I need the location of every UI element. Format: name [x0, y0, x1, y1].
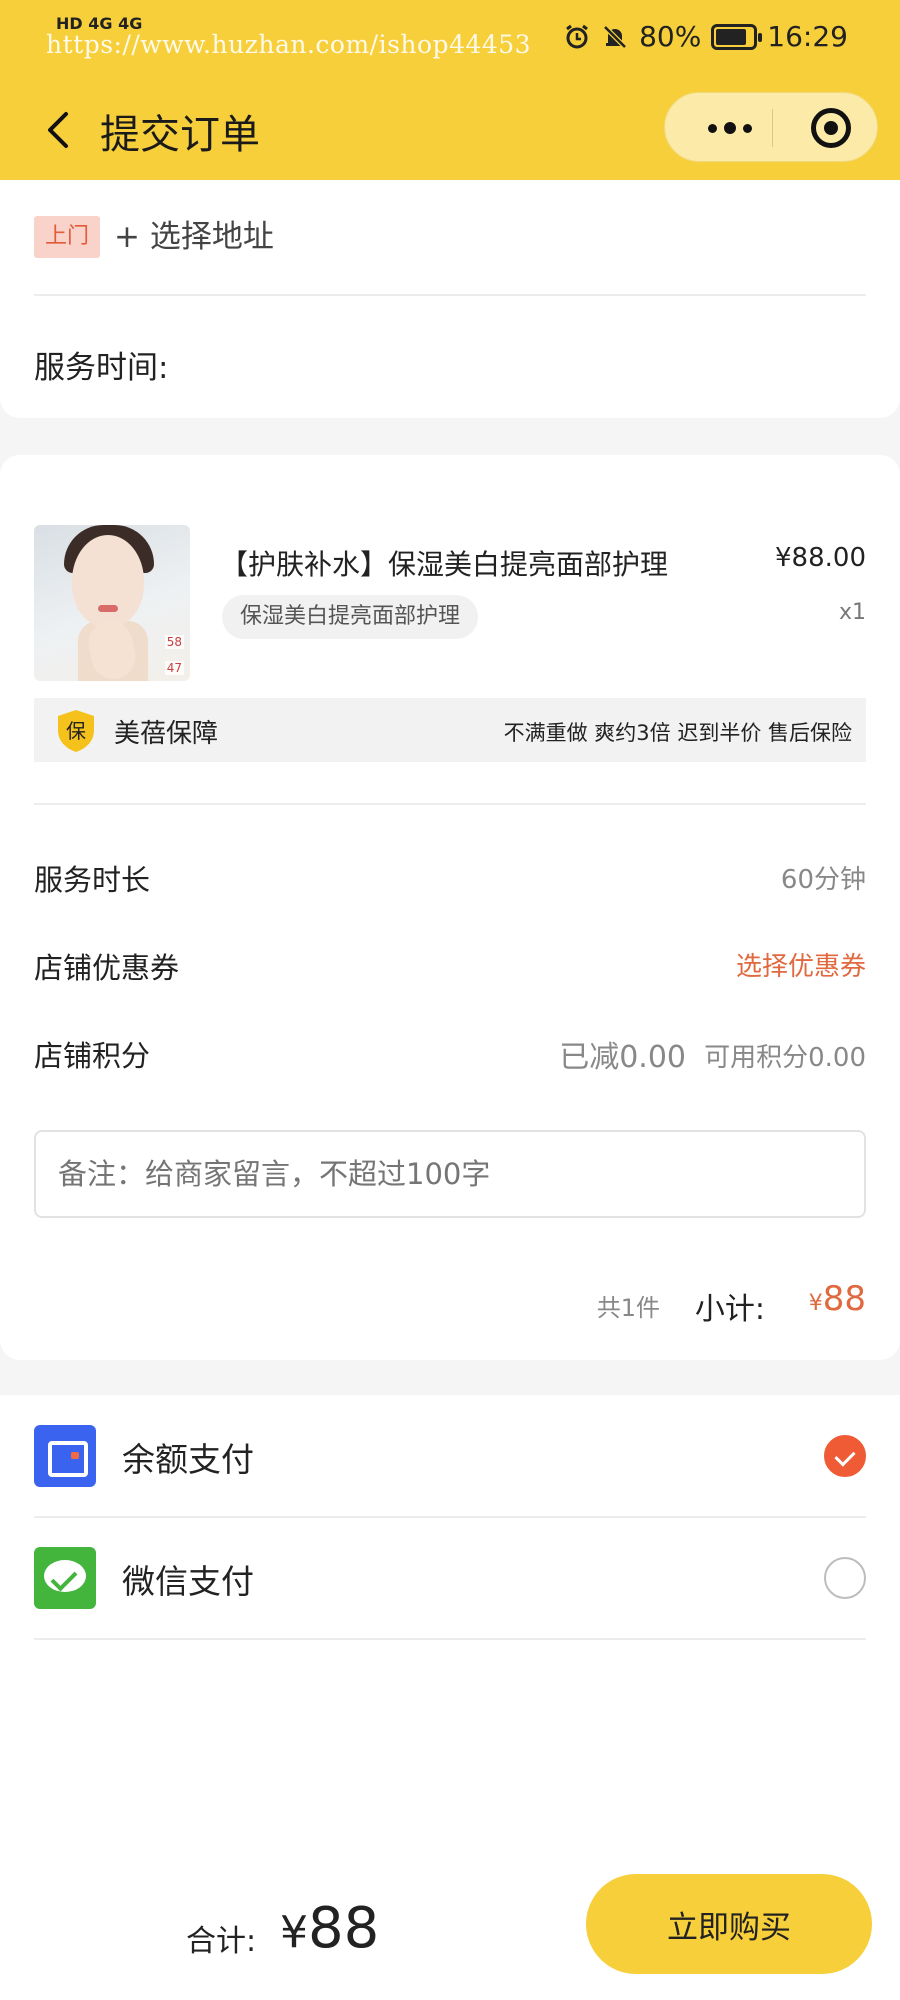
- subtotal-amount: 88: [822, 1279, 866, 1319]
- payment-label: 余额支付: [122, 1440, 254, 1479]
- divider: [34, 294, 866, 296]
- guarantee-items: 不满重做 爽约3倍 迟到半价 售后保险: [503, 721, 852, 745]
- order-card: 58 47 【护肤补水】保湿美白提亮面部护理 ¥88.00 保湿美白提亮面部护理…: [0, 455, 900, 1360]
- service-time-label[interactable]: 服务时间:: [34, 342, 168, 387]
- checkout-bar: 合计: ¥88 立即购买: [0, 1860, 900, 2000]
- buy-now-button[interactable]: 立即购买: [586, 1874, 872, 1974]
- thumb-tag: 58: [164, 635, 184, 649]
- radio-selected[interactable]: [824, 1435, 866, 1477]
- status-bar: HD 4G 4G https://www.huzhan.com/ishop444…: [0, 0, 900, 80]
- item-count: 共1件: [596, 1294, 660, 1322]
- subtotal-currency: ¥: [808, 1291, 823, 1316]
- shield-char: 保: [66, 719, 86, 743]
- total-currency: ¥: [280, 1907, 308, 1958]
- guarantee-title: 美蓓保障: [114, 719, 219, 749]
- points-available: 可用积分0.00: [704, 1043, 866, 1073]
- nav-bar: 提交订单: [0, 80, 900, 180]
- service-type-tag: 上门: [34, 216, 100, 258]
- status-icons: 80% 16:29: [563, 20, 848, 53]
- points-label: 店铺积分: [34, 1039, 151, 1073]
- payment-option-balance[interactable]: 余额支付: [0, 1395, 900, 1517]
- select-address-link[interactable]: + 选择地址: [114, 216, 274, 258]
- product-price: ¥88.00: [775, 543, 866, 573]
- back-arrow-icon[interactable]: [30, 102, 86, 158]
- divider: [34, 1638, 866, 1640]
- payment-option-wechat[interactable]: 微信支付: [0, 1517, 900, 1639]
- divider: [34, 803, 866, 805]
- subtotal-value: ¥88: [809, 1279, 866, 1319]
- payment-label: 微信支付: [122, 1562, 254, 1601]
- more-menu-icon[interactable]: [689, 93, 771, 163]
- coupon-label: 店铺优惠券: [34, 951, 180, 985]
- wechat-icon: [34, 1547, 96, 1609]
- product-thumbnail[interactable]: 58 47: [34, 525, 190, 681]
- duration-label: 服务时长: [34, 863, 151, 897]
- shield-icon: 保: [58, 710, 94, 752]
- capsule-divider: [772, 109, 773, 147]
- alarm-icon: [566, 24, 588, 48]
- total-amount: 88: [308, 1896, 380, 1961]
- total-value: ¥88: [280, 1896, 379, 1961]
- mini-program-capsule: [664, 92, 878, 162]
- subtotal-label: 小计:: [694, 1292, 765, 1327]
- battery-percent: 80%: [639, 20, 702, 53]
- product-name: 【护肤补水】保湿美白提亮面部护理: [220, 548, 669, 581]
- product-quantity: x1: [838, 600, 866, 625]
- total-label: 合计:: [186, 1924, 257, 1959]
- product-spec: 保湿美白提亮面部护理: [222, 595, 479, 639]
- address-card: 上门 + 选择地址 服务时间:: [0, 180, 900, 418]
- remark-input[interactable]: [34, 1130, 866, 1218]
- clock: 16:29: [767, 20, 848, 53]
- battery-icon: [711, 23, 763, 50]
- thumb-tag: 47: [164, 661, 184, 675]
- guarantee-banner[interactable]: 保 美蓓保障 不满重做 爽约3倍 迟到半价 售后保险: [34, 698, 866, 762]
- select-coupon-link[interactable]: 选择优惠券: [736, 946, 866, 983]
- duration-value: 60分钟: [780, 865, 866, 895]
- page-title: 提交订单: [100, 112, 260, 158]
- radio-unselected[interactable]: [824, 1557, 866, 1599]
- points-reduced: 已减0.00: [559, 1040, 686, 1075]
- close-mini-program-icon[interactable]: [811, 108, 851, 148]
- mute-bell-icon: [603, 24, 627, 49]
- wallet-icon: [34, 1425, 96, 1487]
- watermark-url: https://www.huzhan.com/ishop44453: [46, 30, 532, 59]
